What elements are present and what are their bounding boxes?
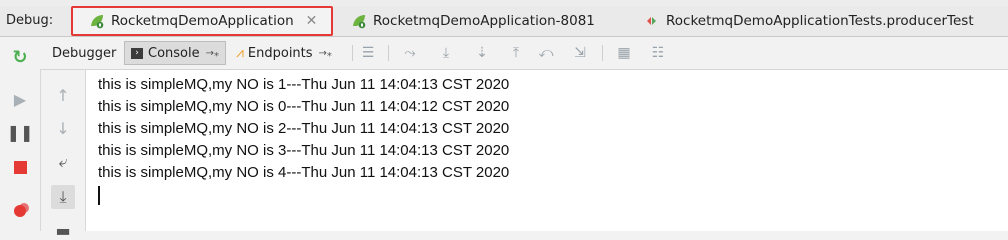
view-breakpoints-icon[interactable] (10, 201, 30, 221)
force-step-into-icon[interactable]: ⇣ (474, 45, 490, 61)
tab-console[interactable]: › Console →⁎ (124, 41, 226, 65)
rerun-icon[interactable]: ↻ (10, 47, 30, 68)
scroll-to-end-icon[interactable]: ⤓ (51, 185, 75, 209)
debug-label: Debug: (6, 13, 54, 28)
console-line: this is simpleMQ,my NO is 2---Thu Jun 11… (98, 120, 510, 137)
tab-debugger[interactable]: Debugger (46, 41, 122, 65)
tab-label: RocketmqDemoApplication-8081 (373, 13, 595, 29)
console-side-toolbar: ↑ ↓ ⤶ ⤓ ▬ (41, 70, 86, 240)
left-toolbar: ↻ ▶︎ ❚❚ (0, 37, 41, 231)
console-label: Console (148, 45, 200, 61)
debugger-label: Debugger (52, 45, 117, 61)
tab-label: RocketmqDemoApplicationTests.producerTes… (666, 13, 974, 29)
tab-endpoints[interactable]: ⩘ Endpoints →⁎ (230, 41, 338, 65)
tab-rocketmq-demo-application[interactable]: RocketmqDemoApplication ✕ (71, 6, 333, 36)
debug-tab-bar: Debug: RocketmqDemoApplication ✕ Rocketm… (0, 6, 1008, 37)
debug-toolbar: Debugger › Console →⁎ ⩘ Endpoints →⁎ ☰ ⤳… (40, 37, 1008, 70)
evaluate-expression-icon[interactable]: ▦ (616, 45, 632, 61)
close-icon[interactable]: ✕ (306, 13, 318, 29)
step-into-icon[interactable]: ⤓ (438, 45, 454, 61)
console-line: this is simpleMQ,my NO is 0---Thu Jun 11… (98, 98, 510, 115)
up-arrow-icon[interactable]: ↑ (53, 85, 73, 105)
endpoints-label: Endpoints (247, 45, 313, 61)
tab-label: RocketmqDemoApplication (111, 13, 294, 29)
console-output[interactable]: this is simpleMQ,my NO is 1---Thu Jun 11… (86, 70, 1008, 231)
test-run-icon (647, 17, 656, 25)
down-arrow-icon[interactable]: ↓ (53, 118, 73, 138)
endpoints-icon: ⩘ (236, 45, 244, 61)
console-line: this is simpleMQ,my NO is 4---Thu Jun 11… (98, 164, 510, 181)
trace-icon[interactable]: ☷ (650, 45, 666, 61)
drop-frame-icon[interactable]: ⤺ (538, 45, 554, 61)
resume-icon[interactable]: ▶︎ (10, 89, 30, 109)
pin-icon[interactable]: →⁎ (319, 48, 332, 59)
toolbar-separator (388, 45, 389, 61)
soft-wrap-icon[interactable]: ⤶ (53, 152, 73, 172)
step-out-icon[interactable]: ⤒ (508, 45, 524, 61)
console-line: this is simpleMQ,my NO is 1---Thu Jun 11… (98, 76, 510, 93)
toolbar-separator (602, 45, 603, 61)
toolbar-separator (352, 45, 353, 61)
pin-icon[interactable]: →⁎ (206, 48, 219, 59)
tab-rocketmq-demo-application-8081[interactable]: RocketmqDemoApplication-8081 (335, 6, 595, 36)
show-execution-point-icon[interactable]: ☰ (360, 45, 376, 61)
print-icon[interactable]: ▬ (53, 220, 73, 240)
spring-boot-icon (353, 15, 366, 29)
stop-icon[interactable] (10, 157, 30, 177)
text-cursor (98, 186, 100, 205)
console-line: this is simpleMQ,my NO is 3---Thu Jun 11… (98, 142, 510, 159)
run-to-cursor-icon[interactable]: ⇲ (572, 45, 588, 61)
console-icon: › (131, 47, 143, 59)
spring-boot-icon (91, 15, 104, 29)
pause-icon[interactable]: ❚❚ (7, 122, 34, 142)
tab-producer-test[interactable]: RocketmqDemoApplicationTests.producerTes… (630, 6, 974, 36)
step-over-icon[interactable]: ⤳ (402, 45, 418, 61)
